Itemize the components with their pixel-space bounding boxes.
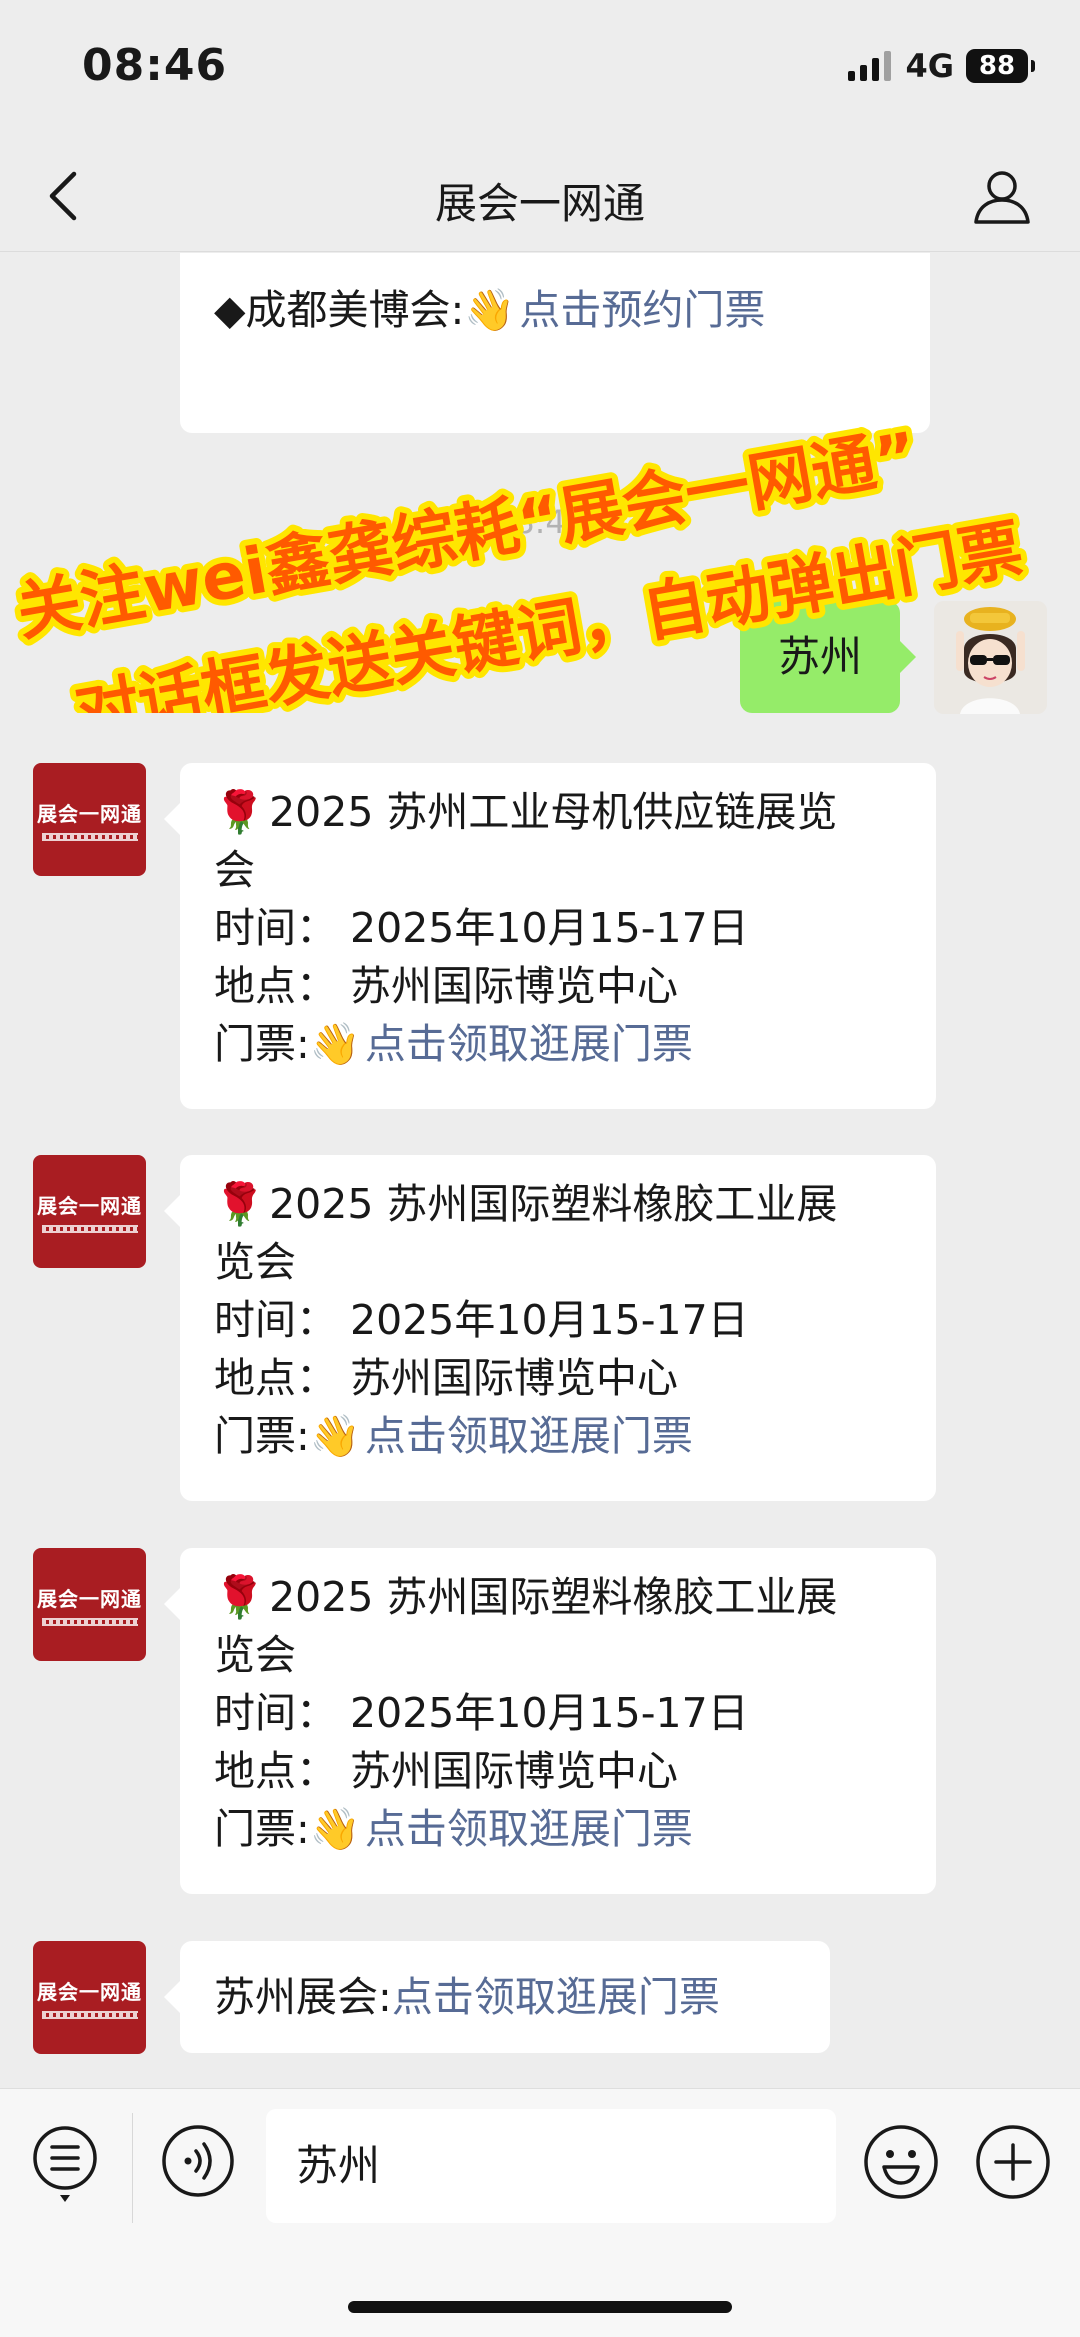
battery-icon: 88 bbox=[966, 49, 1035, 83]
exhibition-title-cont: 览会 bbox=[214, 1238, 296, 1286]
user-message-bubble: 苏州 bbox=[740, 601, 900, 713]
rose-icon: 🌹 bbox=[214, 1573, 266, 1621]
wave-hand-icon: 👋 bbox=[309, 1805, 361, 1853]
reserve-ticket-link[interactable]: 点击预约门票 bbox=[519, 286, 765, 334]
input-bar-divider bbox=[132, 2113, 133, 2223]
wave-hand-icon: 👋 bbox=[309, 1020, 361, 1068]
claim-ticket-link[interactable]: 点击领取逛展门票 bbox=[365, 1020, 693, 1068]
exhibition-title-cont: 会 bbox=[214, 846, 255, 894]
org-avatar-text: 展会一网通 bbox=[37, 1980, 142, 2004]
menu-list-icon[interactable] bbox=[30, 2123, 100, 2205]
status-indicators: 4G 88 bbox=[848, 46, 1035, 86]
ticket-label: 门票: bbox=[214, 1020, 310, 1068]
network-type: 4G bbox=[905, 47, 954, 85]
exhibition-message: 🌹2025 苏州工业母机供应链展览 会 时间： 2025年10月15-17日 地… bbox=[180, 763, 936, 1109]
message-prefix: 苏州展会: bbox=[214, 1973, 392, 2021]
org-avatar[interactable]: 展会一网通 bbox=[33, 1155, 146, 1268]
exhibition-message: 🌹2025 苏州国际塑料橡胶工业展 览会 时间： 2025年10月15-17日 … bbox=[180, 1155, 936, 1501]
exhibition-place: 地点： 苏州国际博览中心 bbox=[214, 962, 679, 1010]
status-bar: 08:46 4G 88 bbox=[0, 0, 1080, 140]
org-avatar-text: 展会一网通 bbox=[37, 1587, 142, 1611]
bubble-tail bbox=[164, 803, 180, 835]
signal-icon bbox=[848, 51, 892, 81]
ticket-label: 门票: bbox=[214, 1805, 310, 1853]
emoji-icon[interactable] bbox=[862, 2123, 940, 2201]
exhibition-time: 时间： 2025年10月15-17日 bbox=[214, 904, 749, 952]
exhibition-time: 时间： 2025年10月15-17日 bbox=[214, 1689, 749, 1737]
battery-level: 88 bbox=[978, 51, 1016, 81]
claim-ticket-link[interactable]: 点击领取逛展门票 bbox=[365, 1805, 693, 1853]
status-time: 08:46 bbox=[82, 40, 228, 91]
exhibition-place: 地点： 苏州国际博览中心 bbox=[214, 1354, 679, 1402]
claim-ticket-link[interactable]: 点击领取逛展门票 bbox=[365, 1412, 693, 1460]
exhibition-title-cont: 览会 bbox=[214, 1631, 296, 1679]
rose-icon: 🌹 bbox=[214, 1180, 266, 1228]
claim-ticket-link[interactable]: 点击领取逛展门票 bbox=[392, 1973, 720, 2021]
user-bubble-tail bbox=[900, 641, 916, 673]
wave-hand-icon: 👋 bbox=[464, 286, 516, 334]
org-avatar-strip bbox=[41, 1225, 138, 1233]
wave-hand-icon: 👋 bbox=[309, 1412, 361, 1460]
exhibition-time: 时间： 2025年10月15-17日 bbox=[214, 1296, 749, 1344]
exhibition-title: 2025 苏州工业母机供应链展览 bbox=[269, 788, 838, 836]
input-bar: 苏州 bbox=[0, 2088, 1080, 2337]
ticket-label: 门票: bbox=[214, 1412, 310, 1460]
chat-timestamp: 08:46 bbox=[493, 503, 587, 541]
org-avatar[interactable]: 展会一网通 bbox=[33, 763, 146, 876]
exhibition-title: 2025 苏州国际塑料橡胶工业展 bbox=[269, 1573, 838, 1621]
bubble-tail bbox=[164, 1588, 180, 1620]
nav-bar: 展会一网通 bbox=[0, 140, 1080, 252]
exhibition-place: 地点： 苏州国际博览中心 bbox=[214, 1747, 679, 1795]
org-avatar[interactable]: 展会一网通 bbox=[33, 1548, 146, 1661]
profile-icon[interactable] bbox=[970, 164, 1034, 228]
exhibition-message: 🌹2025 苏州国际塑料橡胶工业展 览会 时间： 2025年10月15-17日 … bbox=[180, 1548, 936, 1894]
bubble-tail bbox=[164, 1981, 180, 2013]
message-prefix: ◆成都美博会: bbox=[214, 286, 465, 334]
home-indicator[interactable] bbox=[348, 2301, 732, 2313]
plus-icon[interactable] bbox=[974, 2123, 1052, 2201]
bubble-tail bbox=[164, 1195, 180, 1227]
voice-icon[interactable] bbox=[160, 2123, 236, 2199]
org-avatar-text: 展会一网通 bbox=[37, 802, 142, 826]
org-avatar-strip bbox=[41, 2011, 138, 2019]
message-bubble-chengdu: ◆成都美博会:👋点击预约门票 bbox=[180, 253, 930, 433]
chat-area[interactable]: ◆成都美博会:👋点击预约门票 08:46 苏州 展会一网通 🌹2025 苏州工业… bbox=[0, 253, 1080, 2088]
user-avatar-image bbox=[934, 601, 1047, 714]
org-avatar-strip bbox=[41, 1618, 138, 1626]
message-input[interactable]: 苏州 bbox=[266, 2109, 836, 2223]
org-avatar-text: 展会一网通 bbox=[37, 1194, 142, 1218]
user-avatar[interactable] bbox=[934, 601, 1047, 714]
org-avatar-strip bbox=[41, 833, 138, 841]
org-avatar[interactable]: 展会一网通 bbox=[33, 1941, 146, 2054]
rose-icon: 🌹 bbox=[214, 788, 266, 836]
exhibition-title: 2025 苏州国际塑料橡胶工业展 bbox=[269, 1180, 838, 1228]
page-title: 展会一网通 bbox=[434, 179, 645, 228]
suzhou-exhibition-message: 苏州展会:点击领取逛展门票 bbox=[180, 1941, 830, 2053]
